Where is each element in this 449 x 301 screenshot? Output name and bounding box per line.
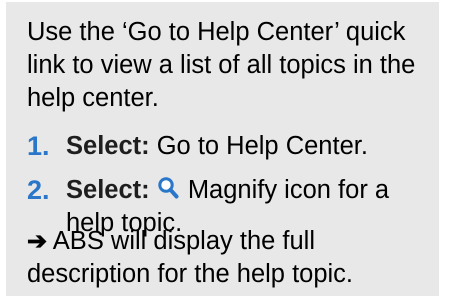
magnify-icon (157, 176, 179, 200)
step-text: Go to Help Center. (156, 132, 368, 160)
step-body: Select: Go to Help Center. (66, 130, 432, 163)
step-number: 1. (27, 131, 50, 161)
intro-text: Use the ‘Go to Help Center’ quick link t… (27, 18, 416, 112)
instruction-panel: Use the ‘Go to Help Center’ quick link t… (6, 2, 439, 296)
result-description: ABS will display the full description fo… (27, 227, 354, 288)
step-label: Select: (66, 132, 150, 160)
step-number: 2. (27, 175, 50, 205)
arrow-right-icon: ➔ (27, 228, 48, 255)
step-label: Select: (66, 176, 150, 204)
result-text: ➔ ABS will display the full description … (27, 225, 432, 291)
